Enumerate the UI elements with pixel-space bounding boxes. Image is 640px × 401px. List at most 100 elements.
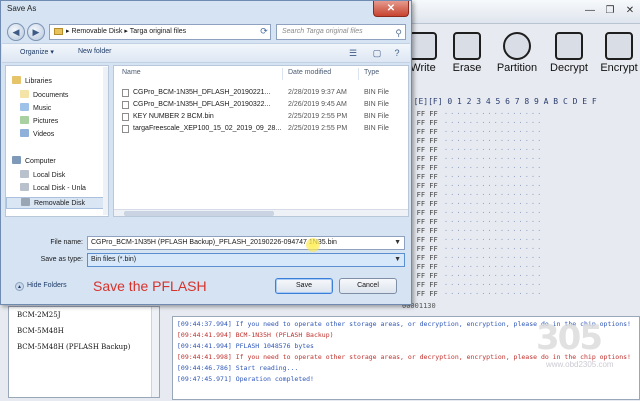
hex-row[interactable]: FF FF FF ················ [404, 263, 640, 272]
ascii-column: ················ [437, 236, 544, 244]
file-list-scrollbar[interactable] [114, 209, 408, 216]
hex-row[interactable]: FF FF FF ················ [404, 236, 640, 245]
column-divider[interactable] [282, 68, 283, 80]
device-list[interactable]: BCM-2M25J BCM-5M48H BCM-5M48H (PFLASH Ba… [8, 306, 160, 398]
file-name-field[interactable]: CGPro_BCM-1N35H (PFLASH Backup)_PFLASH_2… [87, 236, 405, 250]
hex-header: D][E][F] 0 1 2 3 4 5 6 7 8 9 A B C D E F [404, 97, 597, 106]
ascii-column: ················ [437, 137, 544, 145]
chevron-up-icon: ▲ [15, 282, 24, 291]
close-icon[interactable]: ✕ [622, 4, 638, 18]
file-date: 2/26/2019 9:45 AM [288, 101, 347, 108]
save-button[interactable]: Save [275, 278, 333, 294]
hex-row[interactable]: FF FF FF ················ [404, 209, 640, 218]
partition-button[interactable]: Partition [492, 28, 542, 82]
chevron-down-icon[interactable]: ▼ [394, 237, 401, 249]
view-options-icon[interactable]: ☰ [346, 47, 360, 59]
list-item[interactable]: BCM-2M25J [9, 307, 159, 323]
hex-row[interactable]: FF FF FF ················ [404, 191, 640, 200]
watermark-logo: 305 www.obd2305.com [536, 318, 632, 374]
breadcrumb[interactable]: ▸ Removable Disk ▸ Targa original files [49, 24, 271, 40]
sidebar-item-documents[interactable]: Documents [6, 90, 108, 102]
hex-row[interactable]: FF FF FF ················ [404, 119, 640, 128]
hex-row[interactable]: FF FF FF ················ [404, 155, 640, 164]
sidebar-item-computer[interactable]: Computer [6, 156, 108, 168]
drive-icon [20, 183, 29, 191]
file-icon [122, 101, 129, 109]
sidebar-item-local-disk[interactable]: Local Disk [6, 170, 108, 182]
column-header-name[interactable]: Name [122, 69, 141, 76]
help-icon[interactable]: ? [390, 47, 404, 59]
preview-pane-icon[interactable]: ▢ [370, 47, 384, 59]
file-type: BIN File [364, 125, 389, 132]
ascii-column: ················ [437, 281, 544, 289]
sidebar-item-libraries[interactable]: Libraries [6, 76, 108, 88]
hex-row[interactable]: FF FF FF ················ [404, 200, 640, 209]
file-row[interactable]: CGPro_BCM-1N35H_DFLASH_20190322... 2/26/… [122, 99, 404, 111]
hex-editor[interactable]: FF FF FF ················ FF FF FF ······… [404, 110, 640, 306]
column-divider[interactable] [358, 68, 359, 80]
file-row[interactable]: targaFreescale_XEP100_15_02_2019_09_28..… [122, 123, 404, 135]
hex-row[interactable]: FF FF FF ················ [404, 146, 640, 155]
sidebar-item-pictures[interactable]: Pictures [6, 116, 108, 128]
log-line: [09:47:45.971] Operation completed! [177, 375, 314, 383]
ascii-column: ················ [437, 200, 544, 208]
organize-button[interactable]: Organize ▾ [20, 48, 54, 56]
hex-row[interactable]: FF FF FF ················ [404, 245, 640, 254]
erase-icon [453, 32, 481, 60]
back-icon[interactable]: ◀ [7, 23, 25, 41]
hex-row[interactable]: FF FF FF ················ [404, 254, 640, 263]
forward-icon[interactable]: ▶ [27, 23, 45, 41]
hex-row[interactable]: FF FF FF ················ [404, 110, 640, 119]
cancel-button[interactable]: Cancel [339, 278, 397, 294]
search-input[interactable]: Search Targa original files ⚲ [276, 24, 406, 40]
list-item[interactable]: BCM-5M48H [9, 323, 159, 339]
minimize-icon[interactable]: — [582, 4, 598, 18]
partition-icon [503, 32, 531, 60]
sidebar-item-music[interactable]: Music [6, 103, 108, 115]
file-row[interactable]: KEY NUMBER 2 BCM.bin 2/25/2019 2:55 PM B… [122, 111, 404, 123]
close-icon[interactable]: ✕ [373, 1, 409, 17]
breadcrumb-targa-folder[interactable]: Targa original files [130, 28, 186, 35]
save-type-select[interactable]: Bin files (*.bin) ▼ [87, 253, 405, 267]
sidebar-item-removable-disk[interactable]: Removable Disk [6, 197, 108, 209]
file-icon [122, 113, 129, 121]
device-list-scrollbar[interactable] [151, 307, 159, 397]
hex-row[interactable]: FF FF FF ················ [404, 164, 640, 173]
scrollbar-thumb[interactable] [124, 211, 274, 216]
ascii-column: ················ [437, 155, 544, 163]
column-header-date[interactable]: Date modified [288, 69, 331, 76]
chevron-down-icon[interactable]: ▼ [394, 254, 401, 266]
sidebar-item-videos[interactable]: Videos [6, 129, 108, 141]
ascii-column: ················ [437, 164, 544, 172]
navigation-scrollbar[interactable] [103, 67, 108, 215]
encrypt-button[interactable]: Encrypt [594, 28, 640, 82]
hide-folders-toggle[interactable]: ▲ Hide Folders [15, 282, 67, 291]
list-item[interactable]: BCM-5M48H (PFLASH Backup) [9, 339, 159, 355]
hex-row[interactable]: FF FF FF ················ [404, 128, 640, 137]
navigation-pane[interactable]: Libraries Documents Music Pictures Videos Com… [5, 65, 109, 217]
ascii-column: ················ [437, 191, 544, 199]
ascii-column: ················ [437, 128, 544, 136]
breadcrumb-removable-disk[interactable]: Removable Disk [71, 28, 122, 35]
watermark-number: 305 [536, 318, 603, 358]
music-icon [20, 103, 29, 111]
file-row[interactable]: CGPro_BCM-1N35H_DFLASH_20190221... 2/28/… [122, 87, 404, 99]
decrypt-button[interactable]: Decrypt [544, 28, 594, 82]
refresh-icon[interactable]: ⟳ [257, 24, 271, 40]
column-header-type[interactable]: Type [364, 69, 379, 76]
erase-button[interactable]: Erase [442, 28, 492, 82]
hex-row[interactable]: FF FF FF ················ [404, 173, 640, 182]
file-name: targaFreescale_XEP100_15_02_2019_09_28..… [133, 125, 281, 132]
hex-row[interactable]: FF FF FF ················ [404, 272, 640, 281]
hex-row[interactable]: FF FF FF ················ [404, 182, 640, 191]
hex-row[interactable]: FF FF FF ················ [404, 227, 640, 236]
partition-label: Partition [496, 62, 538, 74]
hex-row[interactable]: FF FF FF ················ [404, 290, 640, 299]
file-list[interactable]: Name Date modified Type CGPro_BCM-1N35H_… [113, 65, 409, 217]
sidebar-item-local-disk-unla[interactable]: Local Disk - Unla [6, 183, 108, 195]
restore-icon[interactable]: ❐ [602, 4, 618, 18]
hex-row[interactable]: FF FF FF ················ [404, 218, 640, 227]
new-folder-button[interactable]: New folder [78, 48, 111, 55]
hex-row[interactable]: FF FF FF ················ [404, 281, 640, 290]
hex-row[interactable]: FF FF FF ················ [404, 137, 640, 146]
